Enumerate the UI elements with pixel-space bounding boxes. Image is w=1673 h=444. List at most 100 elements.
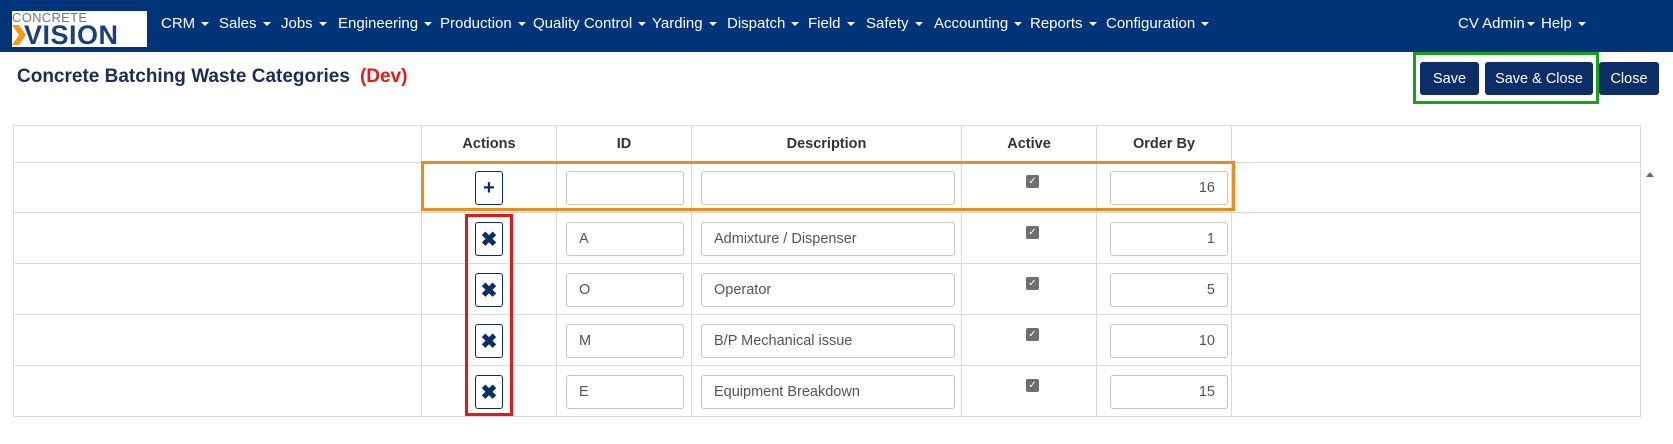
save-and-close-button[interactable]: Save & Close [1485, 62, 1593, 95]
caret-down-icon [1014, 22, 1023, 27]
page-title-text: Concrete Batching Waste Categories [17, 66, 350, 87]
nav-menu-dispatch[interactable]: Dispatch [727, 15, 800, 33]
caret-down-icon [791, 22, 800, 27]
scroll-up-arrow-icon[interactable] [1646, 172, 1654, 177]
delete-row-button[interactable]: ✖ [475, 222, 503, 256]
nav-menu-configuration[interactable]: Configuration [1106, 15, 1210, 33]
nav-menu-label: Reports [1030, 15, 1083, 32]
column-header-active[interactable]: Active [962, 126, 1096, 162]
row-active-checkbox[interactable]: ✓ [1026, 226, 1039, 239]
check-icon: ✓ [1028, 380, 1037, 391]
row-description-input[interactable] [701, 273, 955, 307]
nav-menu-label: Production [440, 15, 512, 32]
check-icon: ✓ [1028, 329, 1037, 340]
nav-menu-label: Sales [219, 15, 257, 32]
environment-badge: (Dev) [359, 66, 408, 87]
row-id-input[interactable] [566, 222, 684, 256]
times-icon: ✖ [480, 279, 498, 302]
row-order-by-input[interactable] [1110, 324, 1228, 358]
caret-down-icon [1201, 22, 1210, 27]
nav-menu-yarding[interactable]: Yarding [652, 15, 717, 33]
caret-down-icon [1577, 22, 1586, 27]
caret-down-icon [914, 22, 923, 27]
nav-menu-engineering[interactable]: Engineering [338, 15, 433, 33]
nav-menu-safety[interactable]: Safety [866, 15, 923, 33]
nav-menu-label: Yarding [652, 15, 703, 32]
nav-menu-label: Field [808, 15, 841, 32]
caret-down-icon [846, 22, 855, 27]
row-id-input[interactable] [566, 375, 684, 409]
row-id-input[interactable] [566, 273, 684, 307]
help-menu[interactable]: Help [1541, 15, 1586, 33]
times-icon: ✖ [480, 330, 498, 353]
column-divider [1231, 163, 1232, 417]
user-menu[interactable]: CV Admin [1458, 15, 1535, 33]
logo-bottom-text: VISION [24, 20, 119, 50]
caret-down-icon [424, 22, 433, 27]
caret-down-icon [708, 22, 717, 27]
new-description-input[interactable] [701, 171, 955, 205]
row-order-by-input[interactable] [1110, 375, 1228, 409]
nav-menu-accounting[interactable]: Accounting [934, 15, 1023, 33]
save-button[interactable]: Save [1420, 62, 1479, 95]
nav-menu-label: Jobs [281, 15, 313, 32]
column-header-order-by[interactable]: Order By [1097, 126, 1231, 162]
column-divider [961, 163, 962, 417]
nav-menu-reports[interactable]: Reports [1030, 15, 1097, 33]
new-active-checkbox[interactable]: ✓ [1026, 175, 1039, 188]
nav-menu-label: Configuration [1106, 15, 1196, 32]
nav-menu-sales[interactable]: Sales [219, 15, 271, 33]
caret-down-icon [638, 22, 647, 27]
row-divider [14, 314, 1640, 315]
nav-menu-label: Accounting [934, 15, 1009, 32]
new-id-input[interactable] [566, 171, 684, 205]
row-active-checkbox[interactable]: ✓ [1026, 328, 1039, 341]
nav-menu-label: Quality Control [533, 15, 633, 32]
top-navbar: CONCRETE VISION CRM Sales Jobs Engineeri… [0, 0, 1673, 52]
nav-menu-crm[interactable]: CRM [161, 15, 210, 33]
row-divider [14, 365, 1640, 366]
page-title: Concrete Batching Waste Categories (Dev) [17, 66, 407, 88]
user-menu-label: CV Admin [1458, 15, 1525, 32]
caret-down-icon [318, 22, 327, 27]
row-description-input[interactable] [701, 375, 955, 409]
nav-menu-label: Dispatch [727, 15, 786, 32]
grid-header: Actions ID Description Active Order By [13, 125, 1641, 163]
new-order-by-input[interactable] [1110, 171, 1228, 205]
row-id-input[interactable] [566, 324, 684, 358]
column-header-actions[interactable]: Actions [422, 126, 556, 162]
nav-menu-label: Engineering [338, 15, 419, 32]
times-icon: ✖ [480, 228, 498, 251]
caret-down-icon [1526, 22, 1535, 27]
nav-menu-quality-control[interactable]: Quality Control [533, 15, 647, 33]
row-active-checkbox[interactable]: ✓ [1026, 379, 1039, 392]
row-active-checkbox[interactable]: ✓ [1026, 277, 1039, 290]
row-description-input[interactable] [701, 324, 955, 358]
nav-menu-field[interactable]: Field [808, 15, 855, 33]
check-icon: ✓ [1028, 278, 1037, 289]
nav-menu-label: Safety [866, 15, 909, 32]
grid-body: + ✓ ✖ ✓ ✖ ✓ ✖ ✓ ✖ [13, 163, 1641, 417]
row-order-by-input[interactable] [1110, 222, 1228, 256]
help-menu-label: Help [1541, 15, 1572, 32]
plus-icon: + [483, 176, 495, 199]
nav-menu-label: CRM [161, 15, 196, 32]
row-description-input[interactable] [701, 222, 955, 256]
delete-row-button[interactable]: ✖ [475, 375, 503, 409]
close-button[interactable]: Close [1599, 62, 1659, 95]
column-divider [556, 163, 557, 417]
row-order-by-input[interactable] [1110, 273, 1228, 307]
delete-row-button[interactable]: ✖ [475, 273, 503, 307]
caret-down-icon [201, 22, 210, 27]
column-divider [1231, 126, 1232, 162]
caret-down-icon [1088, 22, 1097, 27]
add-row-button[interactable]: + [475, 171, 503, 205]
app-logo[interactable]: CONCRETE VISION [12, 11, 147, 50]
column-header-description[interactable]: Description [692, 126, 961, 162]
nav-menu-jobs[interactable]: Jobs [281, 15, 327, 33]
nav-menu-production[interactable]: Production [440, 15, 526, 33]
check-icon: ✓ [1028, 176, 1037, 187]
row-divider [14, 263, 1640, 264]
column-header-id[interactable]: ID [557, 126, 691, 162]
delete-row-button[interactable]: ✖ [475, 324, 503, 358]
